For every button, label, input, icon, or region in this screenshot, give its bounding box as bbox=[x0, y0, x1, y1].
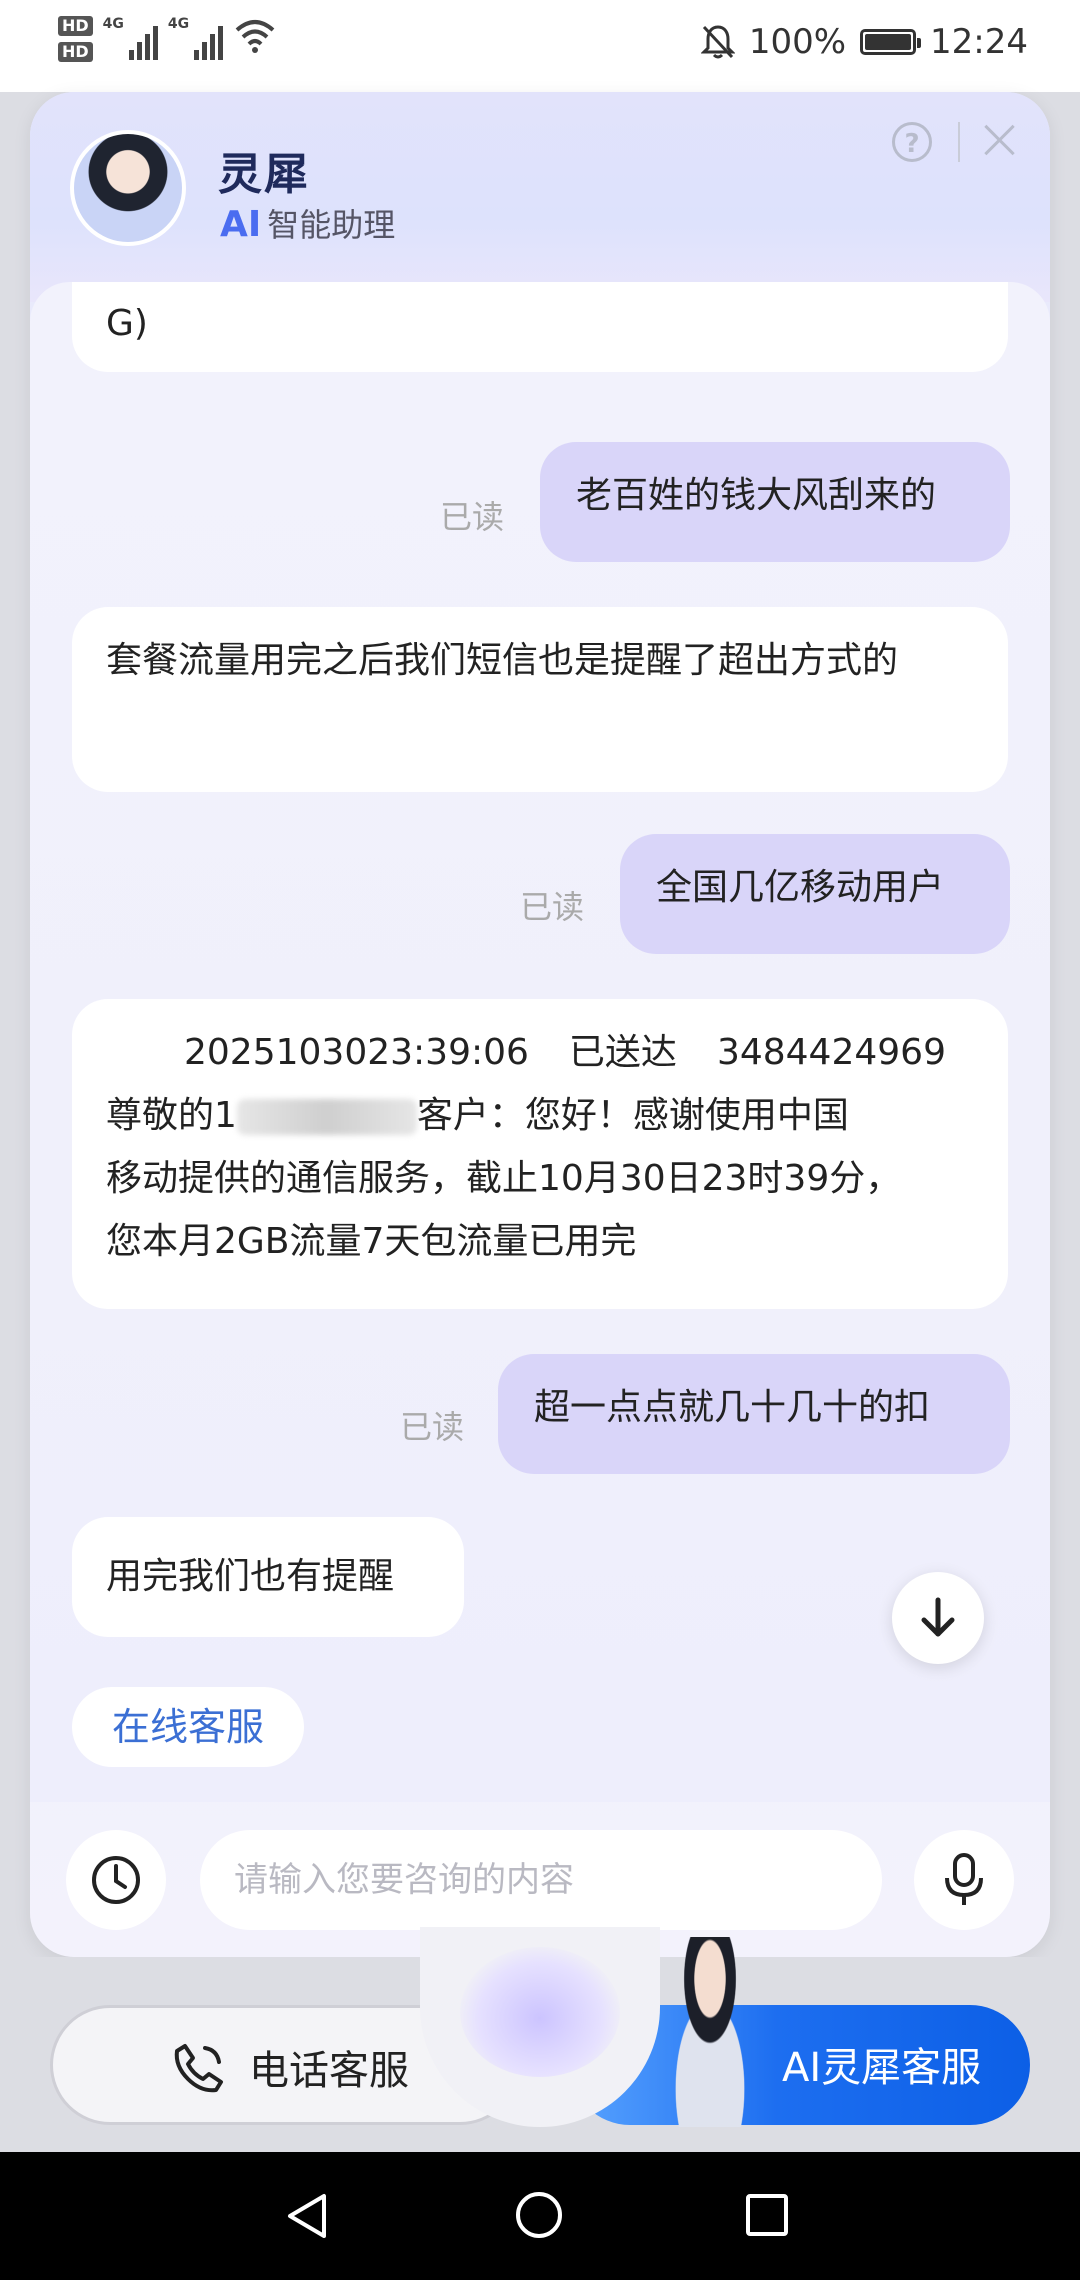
read-status: 已读 bbox=[400, 1408, 465, 1446]
sms-line-4: 您本月2GB流量7天包流量已用完 bbox=[106, 1221, 637, 1262]
phone-service-label: 电话客服 bbox=[249, 2048, 409, 2094]
chat-list[interactable]: G) 已读 老百姓的钱大风刮来的 套餐流量用完之后我们短信也是提醒了超出方式的 … bbox=[30, 282, 1050, 1802]
ai-assistant-avatar bbox=[650, 1937, 770, 2127]
clock: 12:24 bbox=[930, 22, 1028, 62]
assistant-avatar bbox=[70, 130, 186, 246]
clock-icon bbox=[92, 1856, 140, 1904]
sms-line-2: 尊敬的1 客户：您好！感谢使用中国 bbox=[106, 1095, 849, 1136]
message-text: G) bbox=[106, 303, 148, 344]
mute-bell-icon bbox=[700, 25, 735, 59]
quick-reply-online-service[interactable]: 在线客服 bbox=[72, 1687, 305, 1767]
message-text: 超一点点就几十几十的扣 bbox=[534, 1387, 931, 1428]
status-left: HD HD 4G 4G bbox=[58, 16, 277, 62]
hd-badge-2: HD bbox=[58, 42, 93, 62]
sms-line-3: 移动提供的通信服务，截止10月30日23时39分， bbox=[106, 1158, 902, 1199]
panel-header: 灵犀 AI 智能助理 ? bbox=[30, 92, 1050, 302]
sim-indicators: HD HD bbox=[58, 16, 93, 62]
message-input[interactable] bbox=[200, 1830, 882, 1930]
scroll-to-bottom-button[interactable] bbox=[892, 1572, 984, 1664]
phone-icon bbox=[174, 2044, 223, 2093]
sms-id: 3484424969 bbox=[716, 1032, 946, 1073]
signal-icon-2: 4G bbox=[168, 16, 224, 60]
message-text: 套餐流量用完之后我们短信也是提醒了超出方式的 bbox=[106, 640, 899, 681]
subtitle-text: 智能助理 bbox=[267, 206, 396, 244]
battery-icon bbox=[860, 29, 922, 55]
system-nav-bar bbox=[0, 2152, 1080, 2280]
message-text: 全国几亿移动用户 bbox=[656, 867, 945, 908]
ai-service-label: AI灵犀客服 bbox=[782, 2045, 982, 2091]
message-in: 用完我们也有提醒 bbox=[72, 1517, 464, 1637]
sms-meta-line: 2025103023:39:06 已送达 3484424969 bbox=[106, 1021, 974, 1084]
arrow-down-icon bbox=[921, 1597, 955, 1637]
assistant-panel: 灵犀 AI 智能助理 ? G) 已读 老百姓的钱大风刮来的 套餐流量用完之后我们短… bbox=[30, 92, 1050, 1957]
back-icon[interactable] bbox=[284, 2192, 332, 2240]
battery-percent: 100% bbox=[748, 22, 847, 62]
ai-tag: AI bbox=[220, 204, 262, 245]
message-out: 超一点点就几十几十的扣 bbox=[498, 1354, 1010, 1474]
message-in: 2025103023:39:06 已送达 3484424969 尊敬的1 客户：您… bbox=[72, 999, 1008, 1309]
microphone-icon bbox=[945, 1853, 983, 1905]
read-status: 已读 bbox=[520, 888, 585, 926]
read-status: 已读 bbox=[440, 498, 505, 536]
assistant-subtitle: AI 智能助理 bbox=[220, 200, 395, 246]
voice-orb-icon bbox=[460, 1947, 620, 2077]
wifi-icon bbox=[235, 20, 275, 53]
history-button[interactable] bbox=[66, 1830, 166, 1930]
redacted-number bbox=[236, 1099, 417, 1135]
message-in: G) bbox=[72, 282, 1008, 372]
message-text: 老百姓的钱大风刮来的 bbox=[576, 475, 937, 516]
close-icon[interactable] bbox=[978, 118, 1022, 162]
message-in: 套餐流量用完之后我们短信也是提醒了超出方式的 bbox=[72, 607, 1008, 792]
status-bar: HD HD 4G 4G 100% 12:24 bbox=[0, 0, 1080, 92]
help-icon[interactable]: ? bbox=[892, 122, 932, 162]
home-icon[interactable] bbox=[516, 2192, 562, 2238]
status-right: 100% 12:24 bbox=[700, 22, 1028, 62]
message-out: 全国几亿移动用户 bbox=[620, 834, 1010, 954]
sms-datetime: 2025103023:39:06 bbox=[184, 1032, 529, 1073]
message-out: 老百姓的钱大风刮来的 bbox=[540, 442, 1010, 562]
recent-apps-icon[interactable] bbox=[746, 2194, 788, 2236]
sms-status: 已送达 bbox=[568, 1032, 677, 1073]
assistant-name: 灵犀 bbox=[218, 149, 310, 200]
voice-input-button[interactable] bbox=[914, 1830, 1014, 1930]
message-text: 用完我们也有提醒 bbox=[106, 1556, 395, 1597]
service-dock: 电话客服 AI灵犀客服 bbox=[0, 1927, 1080, 2152]
signal-icon-1: 4G bbox=[103, 16, 158, 60]
header-divider bbox=[958, 122, 960, 162]
hd-badge-1: HD bbox=[58, 16, 93, 36]
